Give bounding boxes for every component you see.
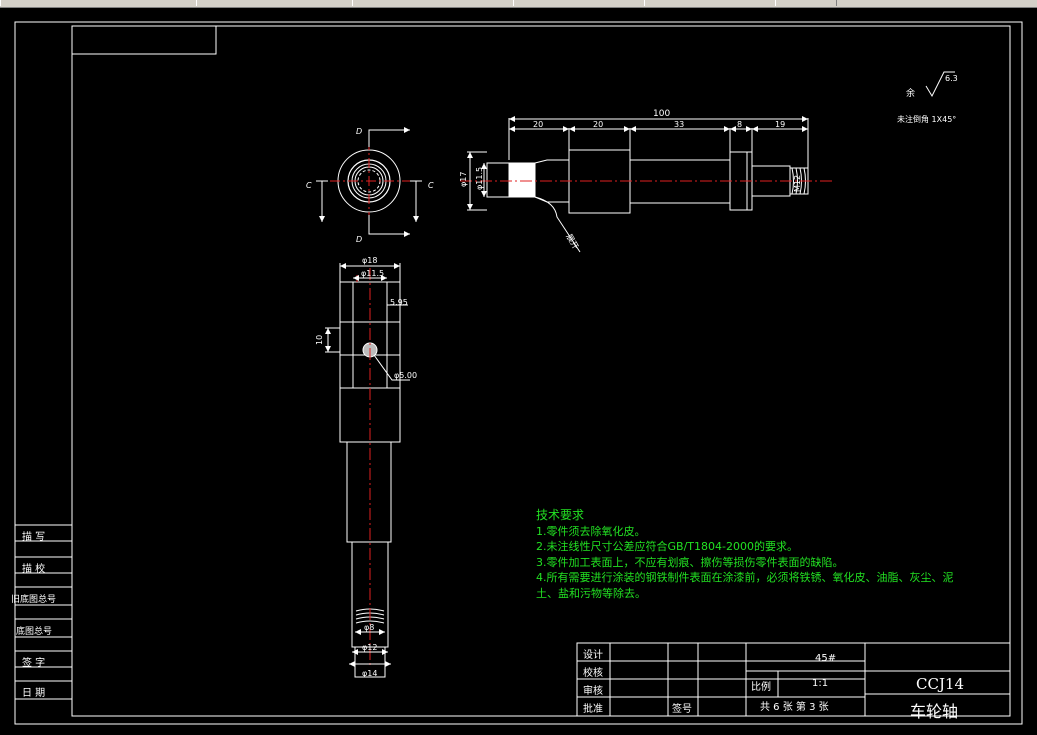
dim-side: 5.95 bbox=[390, 298, 408, 307]
end-view-centerlines bbox=[330, 140, 410, 222]
vertical-dimension-lines bbox=[325, 263, 410, 667]
left-strip-item: 描 写 bbox=[22, 532, 46, 543]
chamfer-note: 未注倒角 1X45° bbox=[897, 114, 956, 124]
toolbar-segment[interactable] bbox=[0, 0, 197, 6]
cad-drawing-canvas[interactable]: 余 6.3 未注倒角 1X45° D D C C 100 20 20 33 8 … bbox=[0, 8, 1037, 731]
note-item: 2.未注线性尺寸公差应符合GB/T1804-2000的要求。 bbox=[536, 540, 798, 553]
left-strip-item: 旧底图总号 bbox=[11, 595, 57, 605]
tb-scale-label: 比例 bbox=[751, 682, 771, 693]
dim-seg2: 20 bbox=[593, 120, 603, 129]
technical-requirements: 技术要求 1.零件须去除氧化皮。 2.未注线性尺寸公差应符合GB/T1804-2… bbox=[536, 508, 954, 601]
left-strip-frame bbox=[15, 524, 72, 700]
roughness-label: 余 bbox=[906, 87, 915, 99]
toolbar-segment[interactable] bbox=[196, 0, 353, 6]
note-item: 1.零件须去除氧化皮。 bbox=[536, 524, 646, 538]
toolbar-segment[interactable] bbox=[352, 0, 514, 6]
section-label-d-bottom: D bbox=[356, 235, 362, 244]
dim-seg3: 33 bbox=[674, 120, 684, 129]
dim-lower-dia: φ12 bbox=[362, 643, 377, 652]
note-item: 4.所有需要进行涂装的钢铁制件表面在涂漆前，必须将铁锈、氧化皮、油脂、灰尘、泥 bbox=[536, 571, 954, 584]
tb-row-check: 校核 bbox=[583, 668, 603, 679]
tb-sign-label: 签号 bbox=[672, 704, 692, 715]
dim-overall-100: 100 bbox=[653, 109, 670, 119]
section-label-c-right: C bbox=[428, 181, 434, 190]
tb-scale-value: 1:1 bbox=[812, 678, 829, 689]
left-strip-item: 签 字 bbox=[22, 658, 46, 669]
dim-thread: M12 bbox=[793, 175, 802, 192]
section-label-d-top: D bbox=[356, 127, 362, 136]
dim-dia-outer: φ17 bbox=[459, 172, 468, 187]
toolbar-segment[interactable] bbox=[513, 0, 645, 6]
corner-stamp-box bbox=[71, 25, 217, 55]
tb-sheets: 共 6 张 第 3 张 bbox=[760, 702, 829, 713]
tb-material: 45# bbox=[815, 653, 837, 664]
note-item: 土、盐和污物等除去。 bbox=[536, 586, 646, 600]
dim-inner-dia: φ11.5 bbox=[361, 269, 384, 278]
tb-row-review: 审核 bbox=[583, 686, 603, 697]
left-strip-item: 描 校 bbox=[22, 564, 46, 575]
dim-height: 10 bbox=[315, 335, 324, 345]
tb-row-approve: 批准 bbox=[583, 704, 603, 715]
notes-title: 技术要求 bbox=[536, 508, 585, 522]
window-toolbar-strip bbox=[0, 0, 1037, 8]
note-item: 3.零件加工表面上，不应有划痕、擦伤等损伤零件表面的缺陷。 bbox=[536, 555, 844, 569]
toolbar-segment[interactable] bbox=[644, 0, 776, 6]
dim-seg1: 20 bbox=[533, 120, 543, 129]
dim-hole: φ5.00 bbox=[394, 371, 417, 380]
dim-top-dia: φ18 bbox=[362, 256, 377, 265]
dim-seg5: 19 bbox=[775, 120, 785, 129]
dim-bottom-dia: φ14 bbox=[362, 669, 377, 678]
toolbar-segment[interactable] bbox=[775, 0, 837, 6]
dim-thread-inner: φ8 bbox=[364, 623, 374, 632]
section-label-c-left: C bbox=[306, 181, 312, 190]
sheet-frame bbox=[14, 21, 1023, 725]
tb-part-name: 车轮轴 bbox=[910, 702, 959, 721]
left-strip-item: 日 期 bbox=[22, 688, 46, 699]
cad-drawing-svg: 余 6.3 未注倒角 1X45° D D C C 100 20 20 33 8 … bbox=[14, 21, 1023, 725]
left-strip-item: 底图总号 bbox=[16, 627, 53, 637]
tb-row-design: 设计 bbox=[583, 650, 603, 661]
roughness-value: 6.3 bbox=[945, 74, 958, 83]
tb-drawing-number: CCJ14 bbox=[916, 675, 965, 693]
dim-seg4: 8 bbox=[737, 120, 742, 129]
dim-dia-inner: φ11.5 bbox=[475, 167, 484, 190]
